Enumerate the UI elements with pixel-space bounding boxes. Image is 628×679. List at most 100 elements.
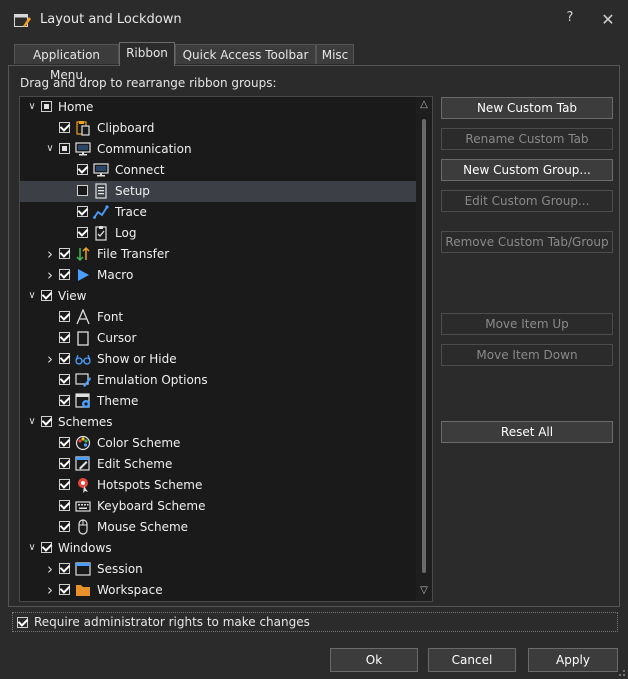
tree-item-label: Mouse Scheme bbox=[97, 520, 189, 534]
tree-checkbox[interactable] bbox=[59, 353, 70, 364]
tree-item-clipboard[interactable]: Clipboard bbox=[20, 118, 416, 139]
tree-checkbox[interactable] bbox=[59, 248, 70, 259]
expand-chevron-icon[interactable]: › bbox=[44, 562, 56, 577]
collapse-chevron-icon[interactable]: ∨ bbox=[26, 101, 38, 113]
tree-item-session[interactable]: › Session bbox=[20, 559, 416, 580]
tree-item-connect[interactable]: Connect bbox=[20, 160, 416, 181]
collapse-chevron-icon[interactable]: ∨ bbox=[26, 542, 38, 554]
tree-checkbox[interactable] bbox=[59, 437, 70, 448]
tree-item-show-or-hide[interactable]: › Show or Hide bbox=[20, 349, 416, 370]
tree-item-label: Setup bbox=[115, 184, 150, 198]
collapse-chevron-icon[interactable]: ∨ bbox=[44, 143, 56, 155]
tree-item-emulation-options[interactable]: Emulation Options bbox=[20, 370, 416, 391]
scroll-down-icon[interactable]: ▽ bbox=[418, 585, 430, 597]
apply-button[interactable]: Apply bbox=[528, 648, 618, 672]
resize-grip-icon[interactable] bbox=[616, 667, 626, 677]
ok-button[interactable]: Ok bbox=[330, 648, 418, 672]
tree-item-hotspots-scheme[interactable]: Hotspots Scheme bbox=[20, 475, 416, 496]
edit-scheme-icon bbox=[75, 456, 90, 471]
tree-item-workspace[interactable]: › Workspace bbox=[20, 580, 416, 601]
tree-item-mouse-scheme[interactable]: Mouse Scheme bbox=[20, 517, 416, 538]
tree-item-cursor[interactable]: Cursor bbox=[20, 328, 416, 349]
tree-item-view[interactable]: ∨ View bbox=[20, 286, 416, 307]
admin-rights-checkbox[interactable] bbox=[17, 617, 28, 628]
tree-checkbox[interactable] bbox=[77, 206, 88, 217]
tree-item-label: Macro bbox=[97, 268, 134, 282]
collapse-chevron-icon[interactable]: ∨ bbox=[26, 416, 38, 428]
tree-checkbox[interactable] bbox=[41, 290, 52, 301]
play-icon bbox=[78, 269, 89, 281]
tree-checkbox[interactable] bbox=[41, 416, 52, 427]
tree-item-communication[interactable]: ∨ Communication bbox=[20, 139, 416, 160]
trace-icon bbox=[93, 205, 109, 219]
monitor-icon bbox=[93, 163, 109, 177]
monitor-icon bbox=[75, 142, 91, 156]
tab-quick-access-toolbar[interactable]: Quick Access Toolbar bbox=[175, 44, 316, 64]
tree-checkbox[interactable] bbox=[59, 122, 70, 133]
expand-chevron-icon[interactable]: › bbox=[44, 583, 56, 598]
tree-checkbox[interactable] bbox=[59, 311, 70, 322]
tree-scrollbar[interactable]: △ ▽ bbox=[416, 97, 432, 601]
tree-item-label: Theme bbox=[97, 394, 139, 408]
tree-checkbox[interactable] bbox=[77, 185, 88, 196]
tree-checkbox[interactable] bbox=[41, 542, 52, 553]
tree-item-label: Show or Hide bbox=[97, 352, 177, 366]
tree-item-label: File Transfer bbox=[97, 247, 170, 261]
remove-custom-tab-group-button[interactable]: Remove Custom Tab/Group bbox=[441, 231, 613, 253]
tree-checkbox[interactable] bbox=[59, 269, 70, 280]
tree-item-macro[interactable]: › Macro bbox=[20, 265, 416, 286]
reset-all-button[interactable]: Reset All bbox=[441, 421, 613, 443]
tree-checkbox[interactable] bbox=[59, 332, 70, 343]
cancel-button[interactable]: Cancel bbox=[428, 648, 516, 672]
expand-chevron-icon[interactable]: › bbox=[44, 247, 56, 262]
tree-checkbox[interactable] bbox=[77, 164, 88, 175]
tree-item-schemes[interactable]: ∨ Schemes bbox=[20, 412, 416, 433]
new-custom-tab-button[interactable]: New Custom Tab bbox=[441, 97, 613, 119]
tree-item-label: Connect bbox=[115, 163, 165, 177]
collapse-chevron-icon[interactable]: ∨ bbox=[26, 290, 38, 302]
scroll-thumb[interactable] bbox=[422, 119, 426, 573]
tree-item-log[interactable]: Log bbox=[20, 223, 416, 244]
admin-rights-label[interactable]: Require administrator rights to make cha… bbox=[34, 615, 310, 629]
clipboard-icon bbox=[76, 121, 90, 136]
tree-item-color-scheme[interactable]: Color Scheme bbox=[20, 433, 416, 454]
window-title: Layout and Lockdown bbox=[40, 12, 182, 27]
expand-chevron-icon[interactable]: › bbox=[44, 352, 56, 367]
new-custom-group-button[interactable]: New Custom Group... bbox=[441, 159, 613, 181]
tab-misc[interactable]: Misc bbox=[316, 44, 354, 64]
tree-checkbox[interactable] bbox=[59, 521, 70, 532]
close-button[interactable]: ✕ bbox=[598, 10, 618, 30]
tree-checkbox[interactable] bbox=[41, 101, 52, 112]
tree-checkbox[interactable] bbox=[59, 563, 70, 574]
tree-checkbox[interactable] bbox=[59, 500, 70, 511]
tree-item-label: Communication bbox=[97, 142, 192, 156]
expand-chevron-icon[interactable]: › bbox=[44, 268, 56, 283]
tree-item-windows[interactable]: ∨ Windows bbox=[20, 538, 416, 559]
folder-icon bbox=[76, 585, 90, 596]
tree-checkbox[interactable] bbox=[59, 458, 70, 469]
move-item-down-button[interactable]: Move Item Down bbox=[441, 344, 613, 366]
tree-checkbox[interactable] bbox=[59, 143, 70, 154]
tree-item-keyboard-scheme[interactable]: Keyboard Scheme bbox=[20, 496, 416, 517]
tree-checkbox[interactable] bbox=[59, 374, 70, 385]
tree-item-setup[interactable]: Setup bbox=[20, 181, 416, 202]
tree-checkbox[interactable] bbox=[59, 395, 70, 406]
tree-item-theme[interactable]: Theme bbox=[20, 391, 416, 412]
tree-checkbox[interactable] bbox=[59, 584, 70, 595]
tree-checkbox[interactable] bbox=[59, 479, 70, 490]
tree-item-home[interactable]: ∨ Home bbox=[20, 97, 416, 118]
rename-custom-tab-button[interactable]: Rename Custom Tab bbox=[441, 128, 613, 150]
tree-item-trace[interactable]: Trace bbox=[20, 202, 416, 223]
tab-ribbon[interactable]: Ribbon bbox=[119, 42, 175, 66]
help-button[interactable]: ? bbox=[560, 10, 580, 30]
tree-checkbox[interactable] bbox=[77, 227, 88, 238]
tree-item-edit-scheme[interactable]: Edit Scheme bbox=[20, 454, 416, 475]
scroll-up-icon[interactable]: △ bbox=[418, 99, 430, 111]
tree-item-file-transfer[interactable]: › File Transfer bbox=[20, 244, 416, 265]
tree-item-label: Windows bbox=[58, 541, 112, 555]
ribbon-groups-tree[interactable]: › Workspace › Session ∨ Windows Mouse Scheme Ke… bbox=[19, 96, 433, 602]
move-item-up-button[interactable]: Move Item Up bbox=[441, 313, 613, 335]
edit-custom-group-button[interactable]: Edit Custom Group... bbox=[441, 190, 613, 212]
tab-application-menu[interactable]: Application Menu bbox=[14, 44, 119, 82]
tree-item-font[interactable]: Font bbox=[20, 307, 416, 328]
